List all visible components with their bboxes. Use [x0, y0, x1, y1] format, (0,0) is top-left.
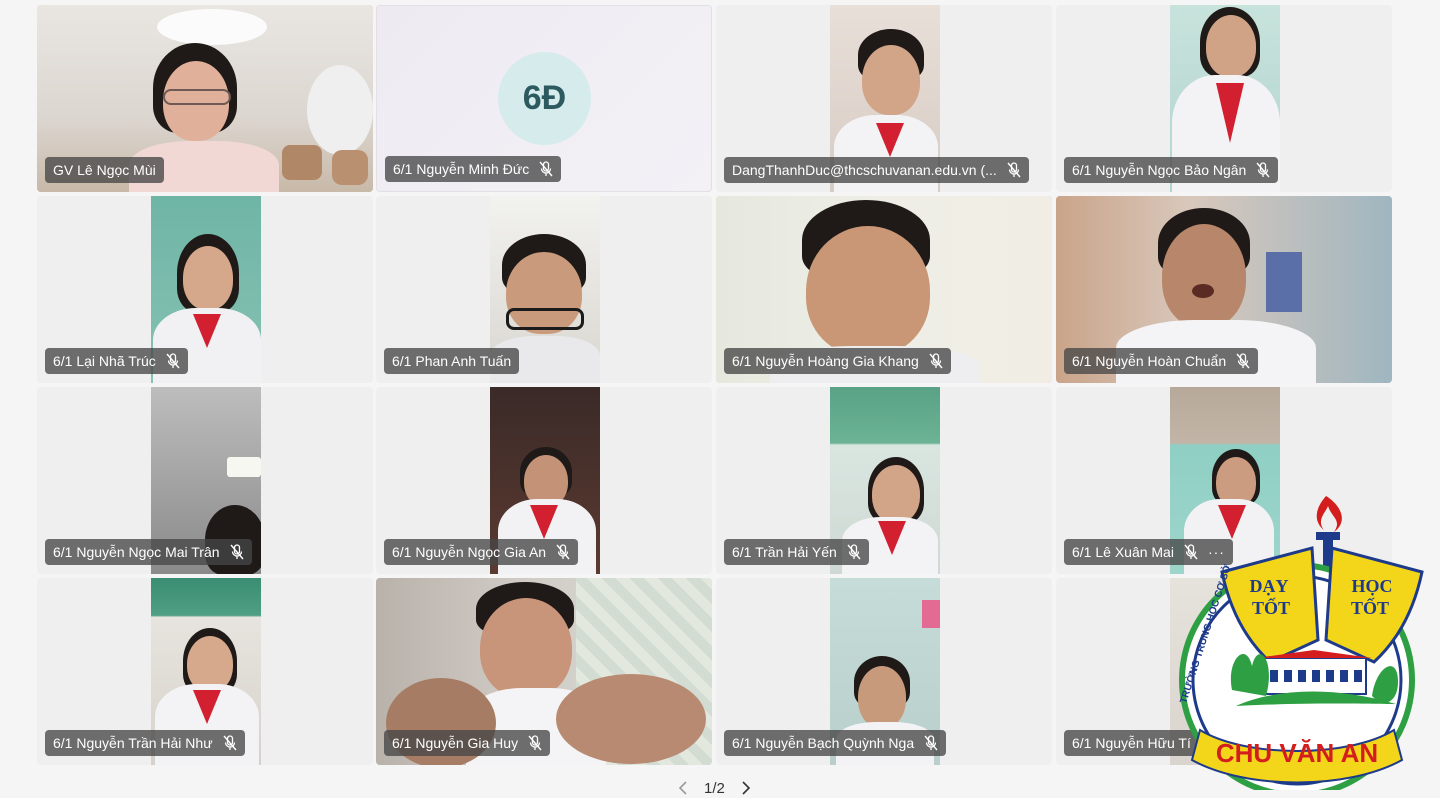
participant-name-label: 6/1 Nguyễn Ngọc Bảo Ngân	[1064, 157, 1279, 183]
participant-tile[interactable]: 6/1 Lại Nhã Trúc	[37, 196, 373, 383]
participant-tile[interactable]: 6/1 Nguyễn Ngọc Gia An	[376, 387, 712, 574]
participant-name-label: 6/1 Lại Nhã Trúc	[45, 348, 188, 374]
participant-tile[interactable]: 6/1 Nguyễn Hoàn Chuẩn	[1056, 196, 1392, 383]
mic-off-icon	[539, 161, 553, 177]
participant-tile[interactable]: 6/1 Phan Anh Tuấn	[376, 196, 712, 383]
mic-off-icon	[929, 353, 943, 369]
participant-name-label: 6/1 Nguyễn Bạch Quỳnh Nga	[724, 730, 947, 756]
logo-text-day: DẠY	[1250, 576, 1289, 596]
participant-name-label: 6/1 Nguyễn Trần Hải Như	[45, 730, 245, 756]
mic-off-icon	[847, 544, 861, 560]
logo-text-hoc: HỌC	[1351, 576, 1392, 596]
mic-off-icon	[1236, 353, 1250, 369]
participant-name-label: 6/1 Nguyễn Hoàn Chuẩn	[1064, 348, 1259, 374]
participant-name-label: DangThanhDuc@thcschuvanan.edu.vn (...	[724, 157, 1029, 183]
participant-tile[interactable]: 6/1 Nguyễn Hoàng Gia Khang	[716, 196, 1052, 383]
participant-tile[interactable]: 6/1 Trần Hải Yến	[716, 387, 1052, 574]
mic-off-icon	[166, 353, 180, 369]
mic-off-icon	[1007, 162, 1021, 178]
participant-name-label: 6/1 Nguyễn Ngọc Mai Trân	[45, 539, 252, 565]
participant-name-label: 6/1 Nguyễn Minh Đức	[385, 156, 562, 182]
pagination: 1/2	[676, 778, 753, 798]
participant-avatar: 6Đ	[498, 52, 591, 145]
chevron-left-icon[interactable]	[676, 781, 690, 795]
participant-tile[interactable]: 6/1 Nguyễn Gia Huy	[376, 578, 712, 765]
mic-off-icon	[1256, 162, 1270, 178]
logo-text-tot-right: TỐT	[1351, 597, 1389, 618]
mic-off-icon	[924, 735, 938, 751]
participant-name-label: 6/1 Trần Hải Yến	[724, 539, 869, 565]
mic-off-icon	[556, 544, 570, 560]
page-indicator: 1/2	[704, 779, 725, 797]
participant-tile[interactable]: 6/1 Nguyễn Ngọc Mai Trân	[37, 387, 373, 574]
participant-tile[interactable]: 6/1 Nguyễn Ngọc Bảo Ngân	[1056, 5, 1392, 192]
logo-banner-text: CHU VĂN AN	[1216, 738, 1378, 768]
mic-off-icon	[528, 735, 542, 751]
participant-name-label: 6/1 Nguyễn Ngọc Gia An	[384, 539, 579, 565]
chevron-right-icon[interactable]	[739, 781, 753, 795]
school-logo: DẠY TỐT HỌC TỐT TRƯỜNG TRUNG HỌC CƠ SỞ C…	[1176, 496, 1424, 790]
logo-text-tot-left: TỐT	[1252, 597, 1290, 618]
participant-tile[interactable]: 6/1 Nguyễn Trần Hải Như	[37, 578, 373, 765]
participant-name-label: 6/1 Nguyễn Gia Huy	[384, 730, 551, 756]
participant-tile[interactable]: 6/1 Nguyễn Bạch Quỳnh Nga	[716, 578, 1052, 765]
mic-off-icon	[223, 735, 237, 751]
participant-name-label: 6/1 Phan Anh Tuấn	[384, 348, 520, 374]
participant-tile[interactable]: GV Lê Ngọc Mùi	[37, 5, 373, 192]
participant-tile[interactable]: 6Đ 6/1 Nguyễn Minh Đức	[376, 5, 712, 192]
participant-name-label: GV Lê Ngọc Mùi	[45, 157, 164, 183]
participant-name-label: 6/1 Nguyễn Hoàng Gia Khang	[724, 348, 951, 374]
mic-off-icon	[229, 544, 244, 560]
participant-tile[interactable]: DangThanhDuc@thcschuvanan.edu.vn (...	[716, 5, 1052, 192]
